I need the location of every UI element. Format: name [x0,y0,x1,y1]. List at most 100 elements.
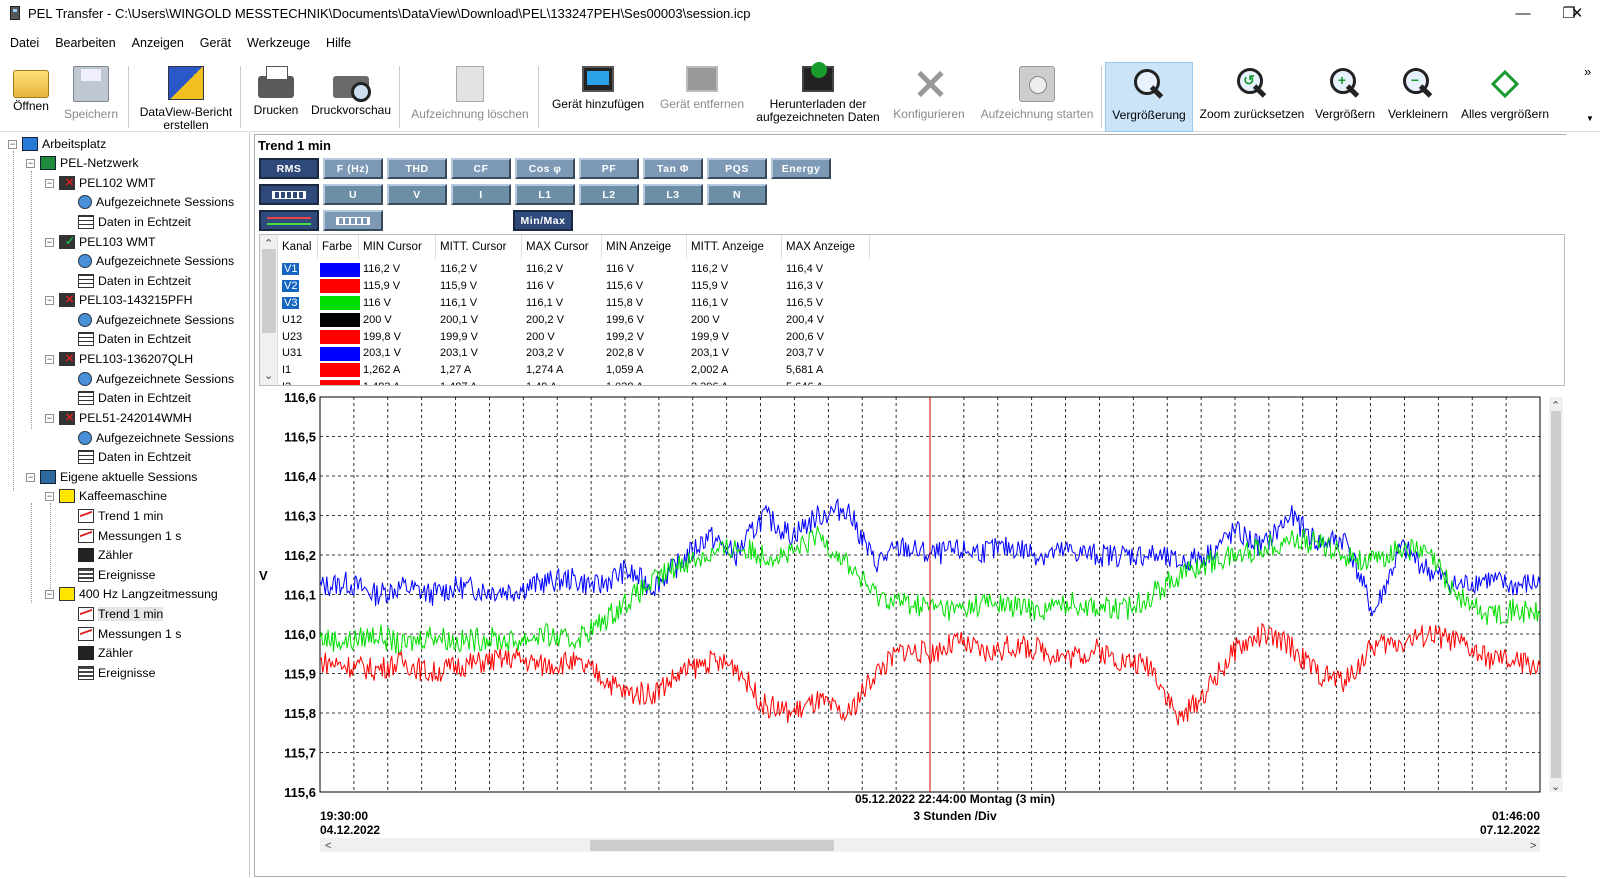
column-header[interactable]: MIN Cursor [359,235,436,259]
pqs-button[interactable]: PQS [707,158,767,179]
tree-item-arbeitsplatz[interactable]: − Arbeitsplatz [8,135,106,153]
menu-bearbeiten[interactable]: Bearbeiten [48,36,122,50]
minmax-button[interactable]: Min/Max [513,210,573,231]
collapse-icon[interactable]: − [45,354,54,364]
configure-button[interactable]: Konfigurieren [886,62,972,132]
zoom-in-button[interactable]: + Vergrößern [1312,62,1378,132]
channel-color-swatch[interactable] [320,262,360,277]
download-data-button[interactable]: Herunterladen der aufgezeichneten Daten [756,62,880,132]
toolbar-overflow-chevron-icon[interactable]: » [1584,64,1591,79]
tree-item-recorded-sessions[interactable]: Aufgezeichnete Sessions [78,252,234,270]
table-scrollbar[interactable]: ⌃ ⌄ [260,235,278,385]
power-factor-button[interactable]: PF [579,158,639,179]
column-header[interactable]: MIN Anzeige [602,235,687,259]
tree-item-device[interactable]: −PEL103-143215PFH [45,291,192,309]
v-button[interactable]: V [387,184,447,205]
table-row-channel[interactable]: V1 [278,261,300,278]
l2-button[interactable]: L2 [579,184,639,205]
table-row-channel[interactable]: V3 [278,295,300,312]
menu-anzeigen[interactable]: Anzeigen [125,36,191,50]
table-row-channel[interactable]: I1 [278,362,291,379]
tree-item-session[interactable]: − Kaffeemaschine [45,487,167,505]
toolbar-dropdown-icon[interactable]: ▼ [1586,114,1594,123]
i-button[interactable]: I [451,184,511,205]
collapse-icon[interactable]: − [45,237,54,247]
delete-recording-button[interactable]: Aufzeichnung löschen [408,62,532,132]
tree-item-measurements[interactable]: Messungen 1 s [78,625,181,643]
collapse-icon[interactable]: − [8,139,17,149]
menu-werkzeuge[interactable]: Werkzeuge [240,36,317,50]
close-button[interactable]: ✕ [1554,0,1600,26]
channel-color-swatch[interactable] [320,312,360,327]
dataview-report-button[interactable]: DataView-Bericht erstellen [136,62,236,132]
column-header[interactable]: MAX Anzeige [782,235,870,259]
start-recording-button[interactable]: Aufzeichnung starten [978,62,1096,132]
collapse-icon[interactable]: − [45,178,54,188]
table-row-channel[interactable]: U23 [278,328,302,345]
collapse-icon[interactable]: − [45,589,54,599]
print-button[interactable]: Drucken [248,62,304,132]
zoom-out-button[interactable]: − Verkleinern [1384,62,1452,132]
channel-color-swatch[interactable] [320,380,360,385]
tree-item-realtime-data[interactable]: Daten in Echtzeit [78,330,191,348]
tan-phi-button[interactable]: Tan Φ [643,158,703,179]
tree-item-counter[interactable]: Zähler [78,644,133,662]
tree-item-measurements[interactable]: Messungen 1 s [78,527,181,545]
rms-button[interactable]: RMS [259,158,319,179]
tree-item-trend[interactable]: Trend 1 min [78,507,163,525]
table-view-button[interactable] [323,210,383,231]
menu-geraet[interactable]: Gerät [193,36,238,50]
table-row-channel[interactable]: I2 [278,379,291,385]
channel-color-swatch[interactable] [320,329,360,344]
tree-item-device[interactable]: −PEL102 WMT [45,174,156,192]
tree-item-recorded-sessions[interactable]: Aufgezeichnete Sessions [78,193,234,211]
open-button[interactable]: Öffnen [6,62,56,132]
tree-item-device[interactable]: −PEL51-242014WMH [45,409,192,427]
zoom-reset-button[interactable]: ↺ Zoom zurücksetzen [1198,62,1306,132]
channel-color-swatch[interactable] [320,296,360,311]
crest-factor-button[interactable]: CF [451,158,511,179]
tree-item-realtime-data[interactable]: Daten in Echtzeit [78,213,191,231]
tree-item-events[interactable]: Ereignisse [78,664,155,682]
tree-item-device[interactable]: −PEL103-136207QLH [45,350,193,368]
menu-datei[interactable]: Datei [3,36,46,50]
tree-item-events[interactable]: Ereignisse [78,566,155,584]
cos-phi-button[interactable]: Cos φ [515,158,575,179]
collapse-icon[interactable]: − [45,491,54,501]
tree-item-session[interactable]: −400 Hz Langzeitmessung [45,585,218,603]
column-header[interactable]: MITT. Anzeige [687,235,782,259]
tree-item-realtime-data[interactable]: Daten in Echtzeit [78,448,191,466]
column-header[interactable]: Farbe [318,235,359,259]
collapse-icon[interactable]: − [26,158,35,168]
save-button[interactable]: Speichern [62,62,120,132]
column-header[interactable]: MAX Cursor [522,235,602,259]
table-row-channel[interactable]: V2 [278,278,300,295]
column-header[interactable]: MITT. Cursor [436,235,522,259]
scroll-thumb[interactable] [262,249,276,333]
graph-view-button[interactable] [259,210,319,231]
collapse-icon[interactable]: − [45,413,54,423]
tree-item-recorded-sessions[interactable]: Aufgezeichnete Sessions [78,429,234,447]
menu-hilfe[interactable]: Hilfe [319,36,358,50]
tree-item-own-sessions[interactable]: − Eigene aktuelle Sessions [26,468,197,486]
trend-chart[interactable]: 116,6 116,5 116,4 116,3 116,2 116,1 116,0 115,9… [255,393,1567,879]
table-row-channel[interactable]: U31 [278,345,302,362]
energy-button[interactable]: Energy [771,158,831,179]
minimize-button[interactable]: — [1500,0,1546,26]
channel-color-swatch[interactable] [320,279,360,294]
tree-item-trend-selected[interactable]: Trend 1 min [78,605,164,623]
tree-item-counter[interactable]: Zähler [78,546,133,564]
frequency-button[interactable]: F (Hz) [323,158,383,179]
channel-color-swatch[interactable] [320,363,360,378]
tree-item-recorded-sessions[interactable]: Aufgezeichnete Sessions [78,370,234,388]
scroll-down-chevron-icon[interactable]: ⌄ [264,369,273,382]
l1-button[interactable]: L1 [515,184,575,205]
l3-button[interactable]: L3 [643,184,703,205]
zoom-all-button[interactable]: Alles vergrößern [1458,62,1552,132]
table-row-channel[interactable]: U12 [278,311,302,328]
tree-item-pel-netzwerk[interactable]: − PEL-Netzwerk [26,154,139,172]
thd-button[interactable]: THD [387,158,447,179]
n-button[interactable]: N [707,184,767,205]
tree-item-recorded-sessions[interactable]: Aufgezeichnete Sessions [78,311,234,329]
channel-color-swatch[interactable] [320,346,360,361]
